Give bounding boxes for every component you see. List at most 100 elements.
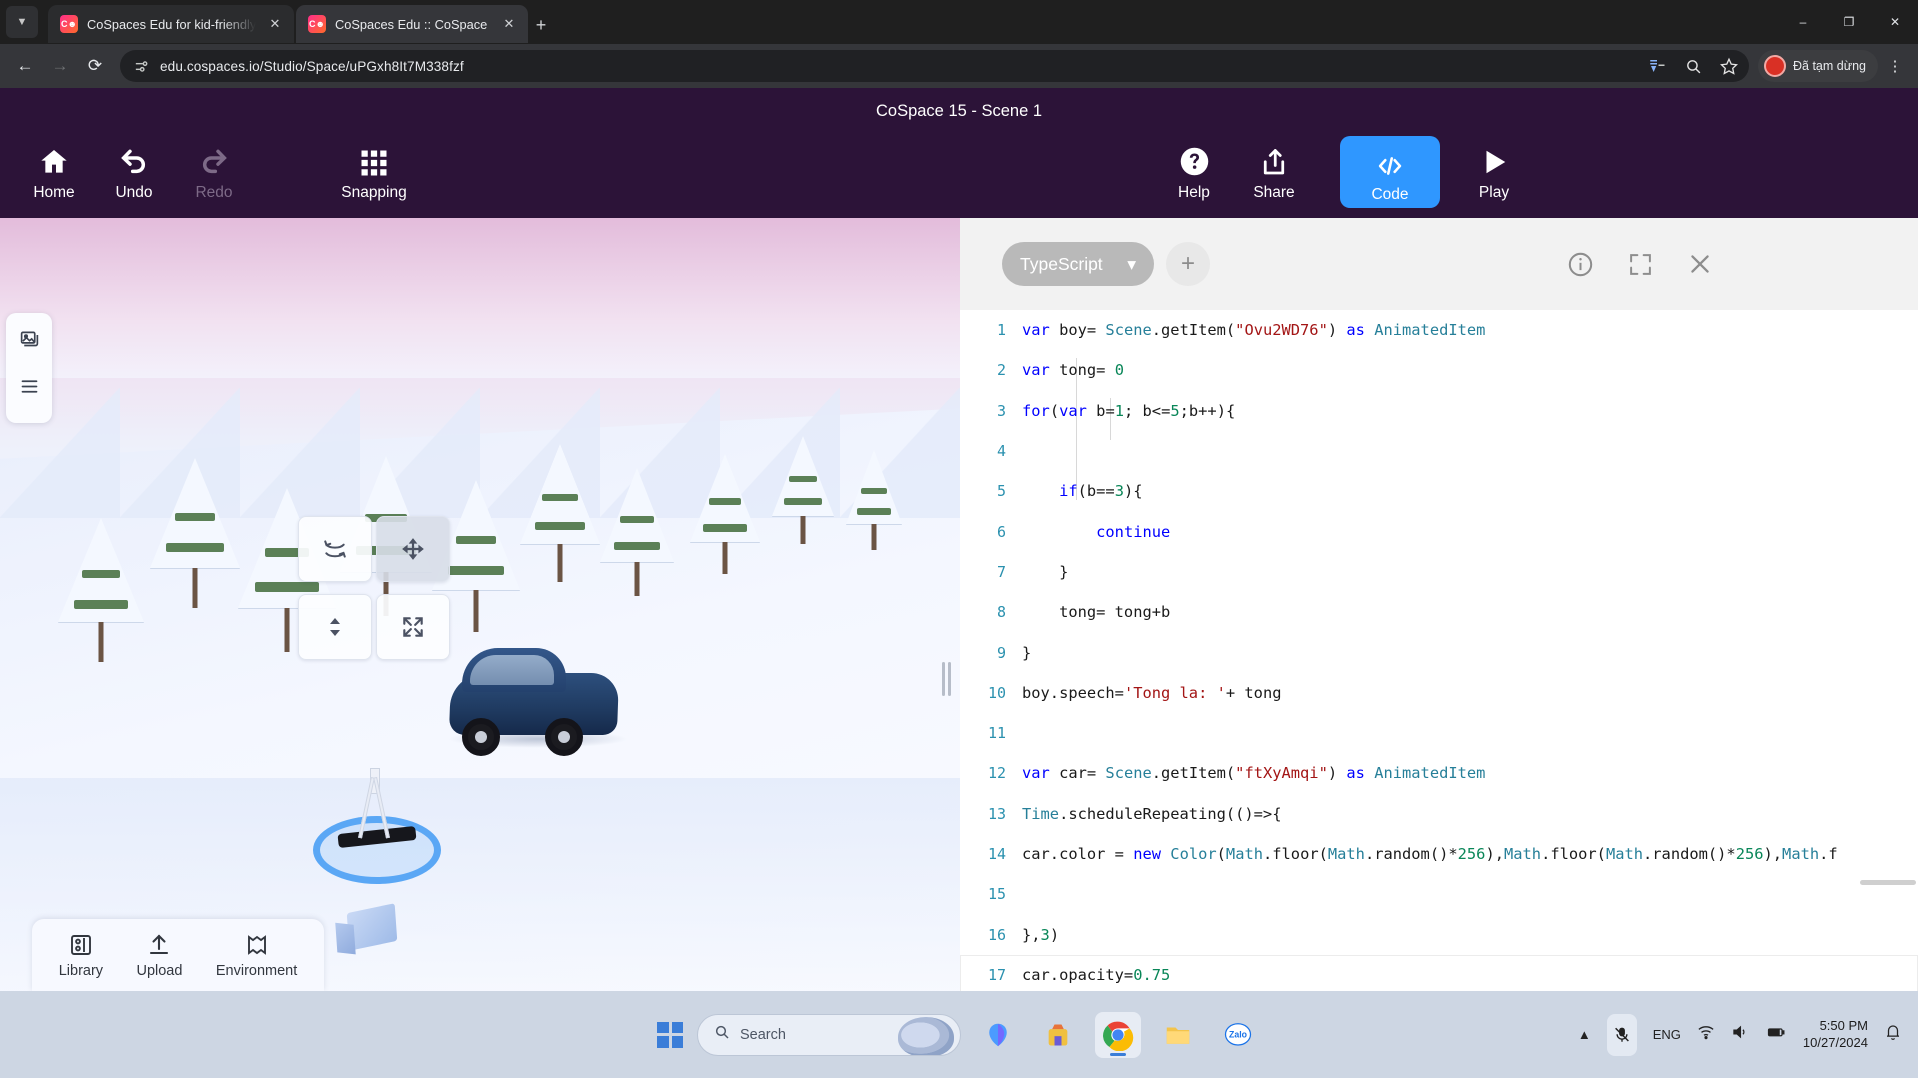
new-tab-button[interactable]: + [528, 12, 554, 38]
search-placeholder: Search [740, 1026, 786, 1043]
toolbar-undo-button[interactable]: Undo [88, 130, 180, 210]
expand-arrows-icon[interactable] [376, 594, 450, 660]
toolbar-play-button[interactable]: Play [1448, 130, 1540, 210]
code-line[interactable]: 8 tong= tong+b [960, 592, 1918, 632]
taskbar-store-icon[interactable] [1035, 1012, 1081, 1058]
toolbar-label: Undo [115, 184, 153, 201]
screen-root: ▼ C☻ CoSpaces Edu for kid-friendly 3 ✕ C… [0, 0, 1918, 1078]
code-line[interactable]: 7 } [960, 552, 1918, 592]
browser-tab-strip: ▼ C☻ CoSpaces Edu for kid-friendly 3 ✕ C… [0, 0, 1918, 44]
dock-library-button[interactable]: Library [59, 932, 103, 979]
image-stack-icon[interactable] [12, 321, 46, 355]
code-line[interactable]: 12 var car= Scene.getItem("ftXyAmqi") as … [960, 753, 1918, 793]
cospaces-icon: C☻ [60, 15, 78, 33]
code-line[interactable]: 15 [960, 874, 1918, 914]
reload-icon[interactable]: ⟳ [79, 50, 111, 82]
bell-icon[interactable] [1884, 1023, 1902, 1046]
code-line[interactable]: 3 for(var b=1; b<=5;b++){ [960, 391, 1918, 431]
add-script-button[interactable]: + [1166, 242, 1210, 286]
panel-splitter[interactable] [940, 660, 952, 698]
code-line[interactable]: 4 [960, 431, 1918, 471]
code-line[interactable]: 10 boy.speech='Tong la: '+ tong [960, 673, 1918, 713]
code-line[interactable]: 9} [960, 632, 1918, 672]
code-line[interactable]: 13 Time.scheduleRepeating(()=>{ [960, 794, 1918, 834]
horizontal-scrollbar[interactable] [1860, 880, 1916, 885]
dock-upload-button[interactable]: Upload [136, 932, 182, 979]
library-icon [69, 932, 93, 958]
taskbar-copilot-icon[interactable] [975, 1012, 1021, 1058]
dock-label: Environment [215, 962, 298, 979]
battery-icon[interactable] [1765, 1023, 1787, 1046]
taskbar-search-box[interactable]: Search [697, 1013, 961, 1056]
move-arrows-icon[interactable] [376, 516, 450, 582]
tab-close-icon[interactable]: ✕ [265, 14, 285, 34]
profile-label: Đã tạm dừng [1793, 59, 1866, 73]
toolbar-redo-button[interactable]: Redo [168, 130, 260, 210]
language-indicator[interactable]: ENG [1653, 1027, 1681, 1042]
language-selector[interactable]: TypeScript ▾ [1002, 242, 1154, 286]
mic-muted-icon[interactable] [1606, 1013, 1637, 1056]
code-line[interactable]: 5 if(b==3){ [960, 471, 1918, 511]
toolbar-help-button[interactable]: Help [1148, 130, 1240, 210]
line-number: 8 [996, 603, 1006, 622]
car-wheel [462, 718, 500, 756]
line-number: 6 [996, 522, 1006, 541]
line-text: car.color = new Color(Math.floor(Math.ra… [1022, 845, 1838, 863]
window-controls: – ❐ ✕ [1780, 0, 1918, 44]
line-text: if(b==3){ [1059, 482, 1143, 501]
taskbar-zalo-icon[interactable]: Zalo [1215, 1012, 1261, 1058]
code-line[interactable]: 14 car.color = new Color(Math.floor(Math.… [960, 834, 1918, 874]
window-minimize-button[interactable]: – [1780, 0, 1826, 44]
toolbar-label: Share [1253, 184, 1295, 201]
rotate-icon[interactable] [298, 516, 372, 582]
taskbar-file-explorer-icon[interactable] [1155, 1012, 1201, 1058]
toolbar-label: Code [1371, 186, 1409, 203]
translate-icon[interactable] [1645, 54, 1669, 78]
windows-logo-icon[interactable] [657, 1021, 683, 1048]
kebab-menu-icon[interactable]: ⋮ [1881, 50, 1909, 82]
chevron-down-icon: ▾ [1127, 253, 1136, 274]
scene-dock: Library Upload Environment [32, 919, 324, 991]
taskbar-center-group: Search Zalo [657, 1011, 1261, 1058]
tab-search-icon[interactable]: ▼ [6, 6, 38, 38]
toolbar-code-button[interactable]: Code [1340, 136, 1440, 208]
back-icon[interactable]: ← [9, 50, 41, 82]
up-down-arrows-icon[interactable] [298, 594, 372, 660]
toolbar-share-button[interactable]: Share [1228, 130, 1320, 210]
list-icon[interactable] [12, 369, 46, 403]
undo-icon [117, 138, 151, 178]
close-icon[interactable] [1682, 246, 1718, 282]
taskbar-chrome-icon[interactable] [1095, 1011, 1141, 1058]
tab-close-icon[interactable]: ✕ [499, 14, 519, 34]
volume-icon[interactable] [1731, 1023, 1749, 1046]
fullscreen-icon[interactable] [1622, 246, 1658, 282]
info-icon[interactable] [1562, 246, 1598, 282]
star-icon[interactable] [1717, 54, 1741, 78]
toolbar-home-button[interactable]: Home [8, 130, 100, 210]
code-line[interactable]: 1 var boy= Scene.getItem("Ovu2WD76") as A… [960, 310, 1918, 350]
code-line[interactable]: 16},3) [960, 914, 1918, 954]
wifi-icon[interactable] [1697, 1023, 1715, 1046]
play-triangle-icon [1479, 138, 1509, 178]
code-line[interactable]: 6 continue [960, 511, 1918, 551]
environment-icon [245, 932, 269, 958]
zoom-icon[interactable] [1681, 54, 1705, 78]
browser-tab-1[interactable]: C☻ CoSpaces Edu for kid-friendly 3 ✕ [48, 5, 294, 43]
line-number: 11 [987, 724, 1006, 743]
window-close-button[interactable]: ✕ [1872, 0, 1918, 44]
code-line-active[interactable]: 17 car.opacity=0.75 [960, 954, 1918, 991]
dock-environment-button[interactable]: Environment [216, 932, 297, 979]
code-editor-content[interactable]: 1 var boy= Scene.getItem("Ovu2WD76") as A… [960, 310, 1918, 991]
taskbar-clock[interactable]: 5:50 PM 10/27/2024 [1803, 1018, 1868, 1051]
forward-icon[interactable]: → [44, 50, 76, 82]
site-settings-icon[interactable] [132, 57, 150, 75]
toolbar-snapping-button[interactable]: Snapping [328, 130, 420, 210]
address-bar[interactable]: edu.cospaces.io/Studio/Space/uPGxh8It7M3… [120, 50, 1749, 82]
code-line[interactable]: 11 [960, 713, 1918, 753]
chevron-up-icon[interactable]: ▲ [1578, 1027, 1591, 1042]
code-line[interactable]: 2 var tong= 0 [960, 350, 1918, 390]
scene-viewport[interactable]: Library Upload Environment [0, 218, 960, 991]
browser-tab-2[interactable]: C☻ CoSpaces Edu :: CoSpace 15 ✕ [296, 5, 528, 43]
window-maximize-button[interactable]: ❐ [1826, 0, 1872, 44]
profile-button[interactable]: Đã tạm dừng [1758, 50, 1878, 82]
